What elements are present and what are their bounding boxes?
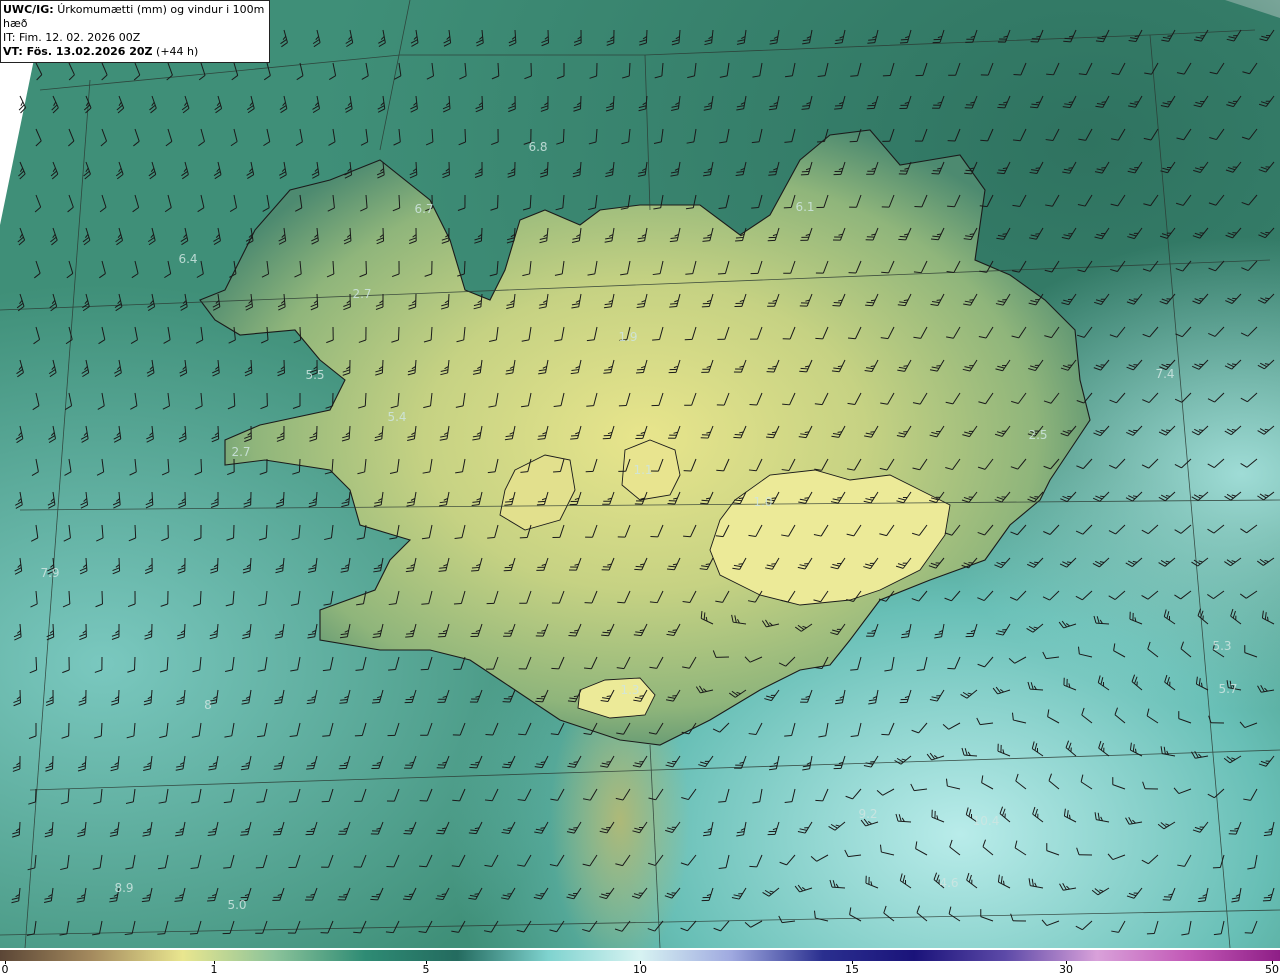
colorbar-tick-label: 30 xyxy=(1059,963,1073,976)
value-label-v6: 1.9 xyxy=(618,330,637,344)
value-label-v3: 6.1 xyxy=(795,200,814,214)
value-label-v10: 2.5 xyxy=(1028,428,1047,442)
value-label-v22: 8.9 xyxy=(114,881,133,895)
forecast-map: 6.8 6.7 6.1 6.4 2.7 1.9 5.5 7.4 5.4 2.5 2.7 1.1 1.0 7… xyxy=(0,0,1280,948)
colorbar-tick-label: 15 xyxy=(845,963,859,976)
value-label-v9: 5.4 xyxy=(387,410,406,424)
value-label-v11: 2.7 xyxy=(231,445,250,459)
valid-time: VT: Fös. 13.02.2026 20Z xyxy=(3,45,153,58)
value-label-v12: 1.1 xyxy=(633,463,652,477)
colorbar-tick-label: 0 xyxy=(1,963,9,976)
value-label-v23: 5.0 xyxy=(227,898,246,912)
value-label-v15: 5.3 xyxy=(1212,639,1231,653)
colorbar-tick-label: 1 xyxy=(210,963,218,976)
value-label-v13: 1.0 xyxy=(753,495,772,509)
value-label-v19: 9.2 xyxy=(858,807,877,821)
valid-time-line: VT: Fös. 13.02.2026 20Z (+44 h) xyxy=(3,45,265,59)
value-label-v2: 6.7 xyxy=(414,202,433,216)
forecast-offset: (+44 h) xyxy=(156,45,199,58)
value-label-v1: 6.8 xyxy=(528,140,547,154)
value-label-v18: 8 xyxy=(204,698,212,712)
value-label-v21: 4.6 xyxy=(939,876,958,890)
value-label-v8: 7.4 xyxy=(1155,367,1174,381)
init-time: IT: Fim. 12. 02. 2026 00Z xyxy=(3,31,141,44)
value-label-v20: 10.4 xyxy=(973,814,1000,828)
value-label-v5: 2.7 xyxy=(352,287,371,301)
colorbar-tick-label: 5 xyxy=(422,963,430,976)
value-label-v16: 1.3 xyxy=(620,683,639,697)
value-label-v17: 5.7 xyxy=(1218,682,1237,696)
colorbar-tick-label: 10 xyxy=(633,963,647,976)
title-line: UWC/IG: Úrkomumætti (mm) og vindur i 100… xyxy=(3,3,265,31)
value-label-v4: 6.4 xyxy=(178,252,197,266)
map-info-box: UWC/IG: Úrkomumætti (mm) og vindur i 100… xyxy=(0,0,270,63)
model-label: UWC/IG: xyxy=(3,3,54,16)
colorbar-strip xyxy=(0,950,1280,961)
map-canvas: 6.8 6.7 6.1 6.4 2.7 1.9 5.5 7.4 5.4 2.5 2.7 1.1 1.0 7… xyxy=(0,0,1280,948)
colorbar: 0 1 5 10 15 30 50 xyxy=(0,948,1280,978)
value-label-v7: 5.5 xyxy=(305,368,324,382)
colorbar-tick-label: 50 xyxy=(1265,963,1279,976)
value-label-v14: 7.9 xyxy=(40,566,59,580)
